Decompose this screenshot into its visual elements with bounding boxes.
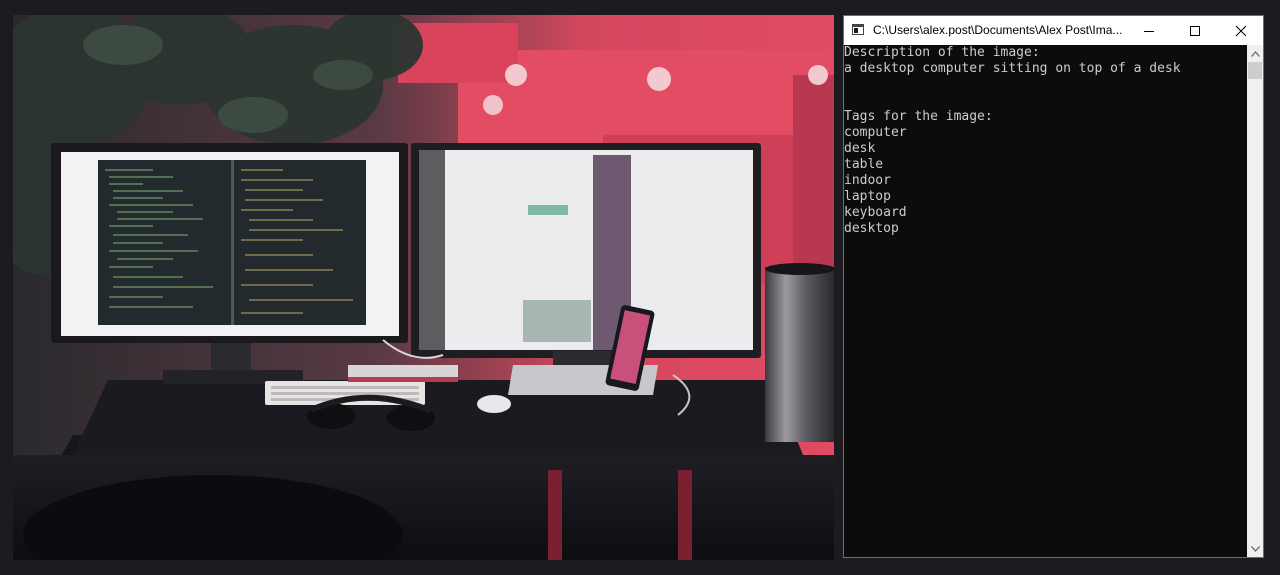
- chevron-down-icon: [1250, 545, 1260, 552]
- close-icon: [1235, 25, 1247, 36]
- vertical-scrollbar[interactable]: [1247, 45, 1263, 557]
- console-app-icon[interactable]: [852, 24, 864, 35]
- console-window[interactable]: C:\Users\alex.post\Documents\Alex Post\I…: [843, 15, 1264, 558]
- console-text-block: Description of the image: a desktop comp…: [844, 45, 1247, 237]
- scroll-down-button[interactable]: [1247, 540, 1263, 557]
- console-line-tag: keyboard: [844, 205, 907, 220]
- console-line-tag: computer: [844, 125, 907, 140]
- maximize-button[interactable]: [1172, 16, 1218, 45]
- scrollbar-thumb[interactable]: [1248, 62, 1262, 79]
- close-button[interactable]: [1218, 16, 1264, 45]
- minimize-icon: [1144, 30, 1154, 32]
- console-line-description-heading: Description of the image:: [844, 45, 1040, 60]
- maximize-icon: [1190, 25, 1200, 36]
- window-titlebar[interactable]: C:\Users\alex.post\Documents\Alex Post\I…: [844, 16, 1263, 45]
- console-line-tag: desk: [844, 141, 876, 156]
- desktop-background: C:\Users\alex.post\Documents\Alex Post\I…: [0, 0, 1280, 575]
- chevron-up-icon: [1250, 50, 1260, 57]
- console-output[interactable]: Description of the image: a desktop comp…: [844, 45, 1247, 557]
- window-title: C:\Users\alex.post\Documents\Alex Post\I…: [873, 23, 1123, 37]
- desk-photo: [13, 15, 834, 560]
- scroll-up-button[interactable]: [1247, 45, 1263, 62]
- minimize-button[interactable]: [1126, 16, 1172, 45]
- console-line-tag: table: [844, 157, 884, 172]
- console-line-description: a desktop computer sitting on top of a d…: [844, 61, 1181, 76]
- console-line-tag: laptop: [844, 189, 891, 204]
- desk-photo-illustration: [13, 15, 834, 560]
- console-line-tag: indoor: [844, 173, 891, 188]
- console-line-tag: desktop: [844, 221, 899, 236]
- console-line-tags-heading: Tags for the image:: [844, 109, 993, 124]
